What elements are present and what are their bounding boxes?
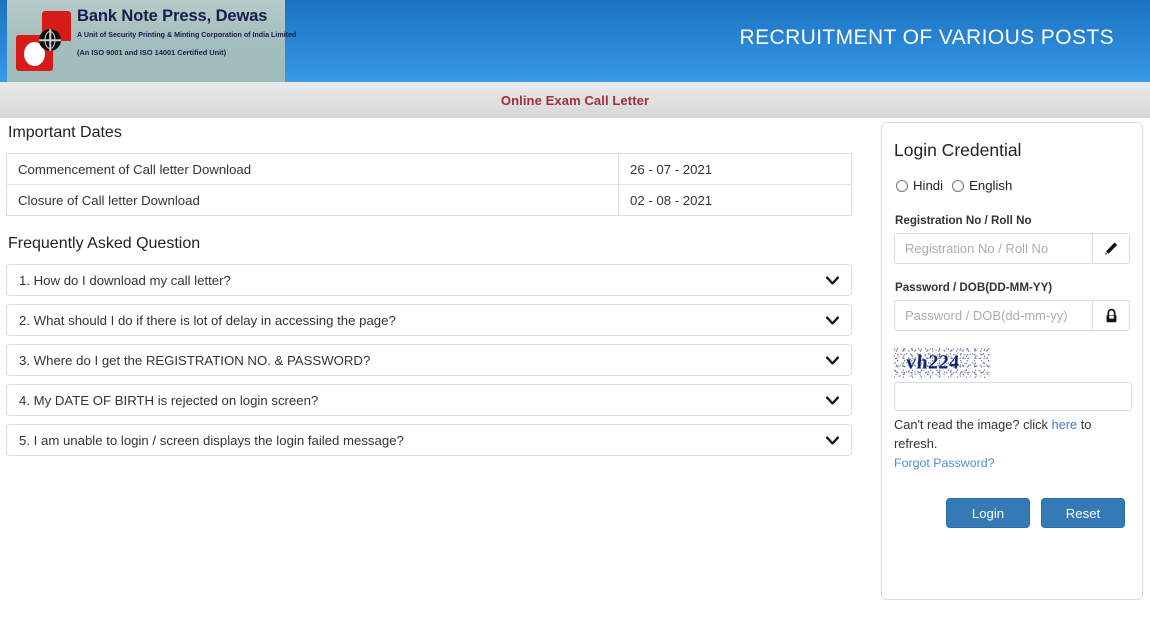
faq-list: 1. How do I download my call letter? 2. … [6,264,854,456]
important-dates-heading: Important Dates [8,124,122,141]
radio-circle-icon[interactable] [896,179,908,192]
chevron-down-icon[interactable] [825,353,839,367]
logo-subtitle-iso: (An ISO 9001 and ISO 14001 Certified Uni… [77,48,227,57]
bank-note-press-logo-icon [15,11,73,71]
faq-heading: Frequently Asked Question [8,235,201,252]
logo-band: Bank Note Press, Dewas A Unit of Securit… [7,0,297,82]
logo-title: Bank Note Press, Dewas [77,7,268,25]
page-title: RECRUITMENT OF VARIOUS POSTS [739,26,1114,49]
lock-icon[interactable] [1092,300,1130,331]
left-column: Important Dates Commencement of Call let… [6,118,854,464]
captcha-refresh-note: Can't read the image? click here to refr… [894,416,1134,453]
radio-option-hindi[interactable]: Hindi [896,178,943,193]
faq-item-1[interactable]: 1. How do I download my call letter? [6,264,852,296]
registration-field-label: Registration No / Roll No [895,214,1032,227]
radio-label-hindi: Hindi [913,178,944,193]
subheader-title: Online Exam Call Letter [500,92,650,108]
radio-circle-icon[interactable] [952,179,965,192]
faq-question: 3. Where do I get the REGISTRATION NO. &… [19,352,371,368]
site-header: Bank Note Press, Dewas A Unit of Securit… [0,0,1150,82]
refresh-note-prefix: Can't read the image? click [894,417,1052,432]
subheader-bar: Online Exam Call Letter [0,82,1150,118]
login-heading: Login Credential [894,140,1022,160]
date-label: Commencement of Call letter Download [6,153,619,185]
password-input-group [894,300,1130,331]
table-row: Commencement of Call letter Download 26 … [6,153,852,185]
chevron-down-icon[interactable] [825,433,839,447]
faq-item-4[interactable]: 4. My DATE OF BIRTH is rejected on login… [6,384,852,416]
login-button[interactable]: Login [946,498,1030,528]
radio-option-english[interactable]: English [952,178,1012,193]
reset-button[interactable]: Reset [1041,498,1125,528]
forgot-password-link[interactable]: Forgot Password? [894,456,995,470]
faq-question: 1. How do I download my call letter? [19,272,231,288]
logo-globe-icon [39,29,61,51]
pencil-icon[interactable] [1092,233,1130,264]
chevron-down-icon[interactable] [825,393,839,407]
chevron-down-icon[interactable] [825,273,839,287]
captcha-image: vh224 [894,348,990,378]
important-dates-table: Commencement of Call letter Download 26 … [6,153,852,216]
date-value: 26 - 07 - 2021 [618,153,852,185]
chevron-down-icon[interactable] [825,313,839,327]
registration-input-group [894,233,1130,264]
password-input[interactable] [894,300,1092,331]
faq-item-5[interactable]: 5. I am unable to login / screen display… [6,424,852,456]
captcha-input[interactable] [894,382,1132,411]
date-value: 02 - 08 - 2021 [630,192,713,208]
refresh-captcha-link[interactable]: here [1052,417,1078,432]
faq-item-3[interactable]: 3. Where do I get the REGISTRATION NO. &… [6,344,852,376]
faq-question: 4. My DATE OF BIRTH is rejected on login… [19,392,319,408]
registration-input[interactable] [894,233,1092,264]
page-body: Important Dates Commencement of Call let… [0,118,1150,624]
radio-label-english: English [969,178,1013,193]
captcha-text: vh224 [905,351,961,374]
table-row: Closure of Call letter Download 02 - 08 … [6,184,852,216]
faq-item-2[interactable]: 2. What should I do if there is lot of d… [6,304,852,336]
login-button-row: Login Reset [894,498,1130,528]
faq-question: 2. What should I do if there is lot of d… [19,312,396,328]
language-radio-group: Hindi English [894,178,1130,193]
logo-text-block: Bank Note Press, Dewas A Unit of Securit… [77,6,297,58]
faq-question: 5. I am unable to login / screen display… [19,432,404,448]
date-label: Closure of Call letter Download [6,184,619,216]
logo-subtitle-unit: A Unit of Security Printing & Minting Co… [77,31,297,39]
login-panel: Login Credential Hindi English Registrat… [881,122,1143,600]
password-field-label: Password / DOB(DD-MM-YY) [895,281,1053,294]
